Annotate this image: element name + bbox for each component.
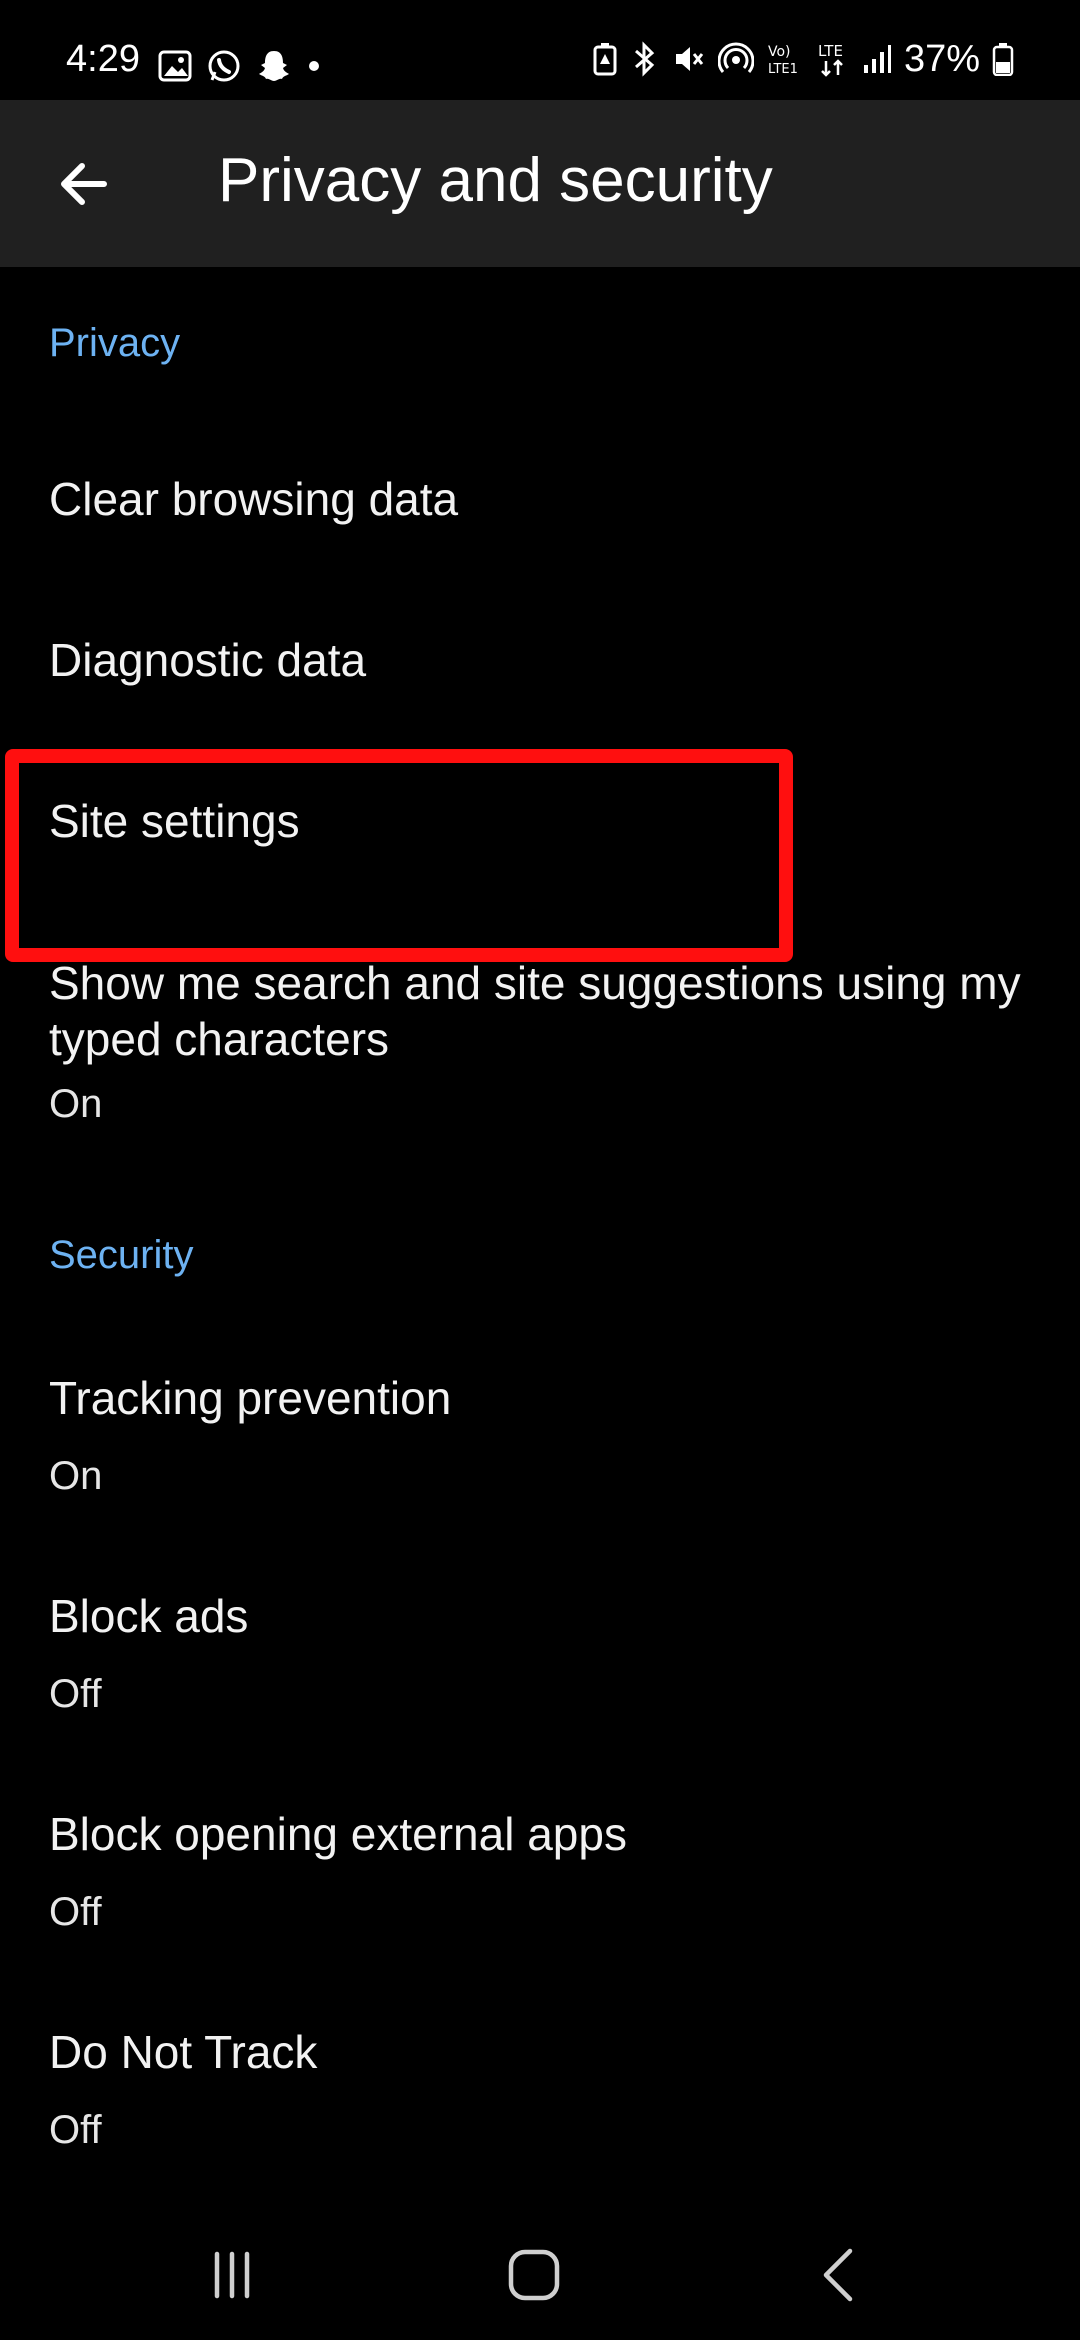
item-title: Block opening external apps bbox=[49, 1808, 627, 1860]
item-title: Block ads bbox=[49, 1590, 249, 1642]
tracking-prevention-item[interactable]: Tracking prevention On bbox=[0, 1370, 1080, 1520]
diagnostic-data-item[interactable]: Diagnostic data bbox=[0, 597, 1080, 727]
whatsapp-icon bbox=[206, 48, 242, 84]
section-header-security: Security bbox=[49, 1233, 194, 1277]
item-status: Off bbox=[49, 1890, 102, 1934]
back-arrow-icon bbox=[56, 156, 112, 212]
item-status: On bbox=[49, 1082, 103, 1126]
block-external-apps-item[interactable]: Block opening external apps Off bbox=[0, 1806, 1080, 1956]
recents-icon bbox=[207, 2250, 257, 2300]
svg-text:LTE: LTE bbox=[818, 42, 843, 60]
signal-icon bbox=[862, 43, 892, 75]
item-title: Site settings bbox=[49, 795, 300, 847]
site-settings-item[interactable]: Site settings bbox=[0, 758, 1080, 888]
section-header-privacy: Privacy bbox=[49, 321, 181, 365]
item-status: Off bbox=[49, 2108, 102, 2152]
battery-saver-icon bbox=[592, 42, 618, 76]
item-title: Clear browsing data bbox=[49, 473, 459, 525]
item-title: Show me search and site suggestions usin… bbox=[49, 957, 1021, 1065]
item-status: On bbox=[49, 1454, 103, 1498]
bluetooth-icon bbox=[630, 41, 660, 77]
dot-icon bbox=[306, 58, 322, 74]
navigation-bar bbox=[0, 2200, 1080, 2340]
svg-text:LTE1: LTE1 bbox=[768, 62, 798, 77]
volte-icon: Vo) LTE1 bbox=[766, 41, 804, 77]
snapchat-icon bbox=[256, 48, 292, 84]
status-bar: 4:29 Vo) LTE1 LTE 37% bbox=[0, 0, 1080, 100]
lte-icon: LTE bbox=[816, 41, 850, 77]
back-button[interactable] bbox=[40, 140, 128, 228]
item-status: Off bbox=[49, 1672, 102, 1716]
do-not-track-item[interactable]: Do Not Track Off bbox=[0, 2024, 1080, 2174]
battery-percentage: 37% bbox=[903, 38, 980, 80]
item-title: Diagnostic data bbox=[49, 634, 367, 686]
status-system-icons: Vo) LTE1 LTE 37% bbox=[592, 40, 1014, 78]
page-title: Privacy and security bbox=[218, 146, 773, 215]
battery-icon bbox=[992, 42, 1014, 76]
app-bar: Privacy and security bbox=[0, 100, 1080, 267]
item-title: Tracking prevention bbox=[49, 1372, 452, 1424]
status-notification-icons bbox=[158, 48, 322, 84]
search-suggestions-item[interactable]: Show me search and site suggestions usin… bbox=[0, 945, 1080, 1145]
item-title: Do Not Track bbox=[49, 2026, 318, 2078]
home-icon bbox=[507, 2248, 561, 2302]
back-icon bbox=[818, 2247, 858, 2303]
system-back-button[interactable] bbox=[778, 2240, 898, 2310]
home-button[interactable] bbox=[474, 2240, 594, 2310]
status-time: 4:29 bbox=[66, 38, 140, 80]
mute-icon bbox=[672, 42, 706, 76]
recents-button[interactable] bbox=[172, 2240, 292, 2310]
gallery-icon bbox=[158, 50, 192, 82]
clear-browsing-data-item[interactable]: Clear browsing data bbox=[0, 436, 1080, 566]
block-ads-item[interactable]: Block ads Off bbox=[0, 1588, 1080, 1738]
hotspot-icon bbox=[717, 42, 754, 76]
svg-text:Vo): Vo) bbox=[768, 44, 791, 60]
